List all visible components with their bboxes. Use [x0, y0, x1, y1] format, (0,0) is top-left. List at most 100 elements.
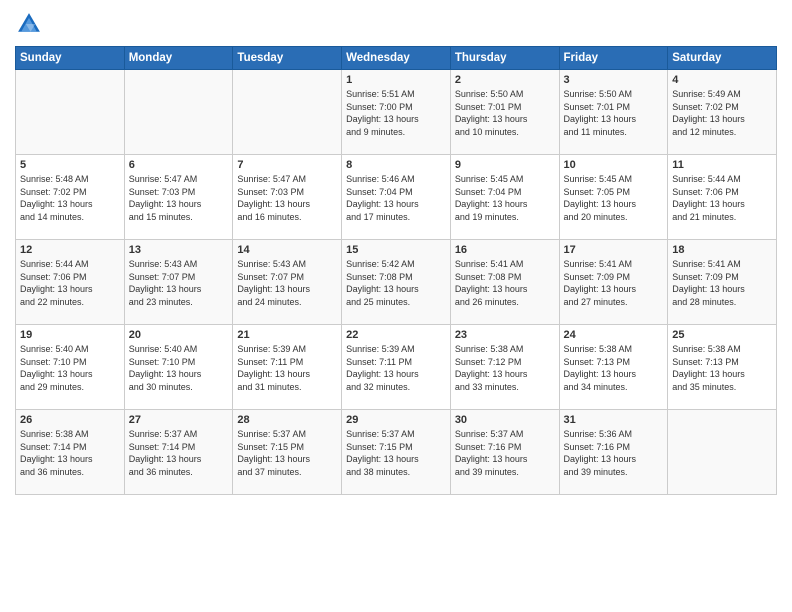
day-number: 13: [129, 244, 229, 256]
week-row-2: 5 Sunrise: 5:48 AM Sunset: 7:02 PM Daylig…: [16, 155, 777, 240]
day-cell-30: 30 Sunrise: 5:37 AM Sunset: 7:16 PM Dayli…: [450, 410, 559, 495]
day-cell-12: 12 Sunrise: 5:44 AM Sunset: 7:06 PM Dayli…: [16, 240, 125, 325]
day-number: 20: [129, 329, 229, 341]
day-info: Sunrise: 5:39 AM Sunset: 7:11 PM Dayligh…: [346, 343, 446, 393]
col-header-monday: Monday: [124, 47, 233, 70]
day-number: 25: [672, 329, 772, 341]
week-row-3: 12 Sunrise: 5:44 AM Sunset: 7:06 PM Dayli…: [16, 240, 777, 325]
day-number: 6: [129, 159, 229, 171]
day-info: Sunrise: 5:47 AM Sunset: 7:03 PM Dayligh…: [129, 173, 229, 223]
day-number: 28: [237, 414, 337, 426]
day-cell-10: 10 Sunrise: 5:45 AM Sunset: 7:05 PM Dayli…: [559, 155, 668, 240]
calendar-table: SundayMondayTuesdayWednesdayThursdayFrid…: [15, 46, 777, 495]
day-cell-26: 26 Sunrise: 5:38 AM Sunset: 7:14 PM Dayli…: [16, 410, 125, 495]
day-cell-6: 6 Sunrise: 5:47 AM Sunset: 7:03 PM Daylig…: [124, 155, 233, 240]
day-info: Sunrise: 5:37 AM Sunset: 7:15 PM Dayligh…: [346, 428, 446, 478]
col-header-thursday: Thursday: [450, 47, 559, 70]
week-row-1: 1 Sunrise: 5:51 AM Sunset: 7:00 PM Daylig…: [16, 70, 777, 155]
day-cell-empty: [124, 70, 233, 155]
day-cell-empty: [668, 410, 777, 495]
day-cell-empty: [16, 70, 125, 155]
day-info: Sunrise: 5:38 AM Sunset: 7:14 PM Dayligh…: [20, 428, 120, 478]
day-cell-29: 29Sunrise: 5:37 AM Sunset: 7:15 PM Dayli…: [342, 410, 451, 495]
day-cell-22: 22Sunrise: 5:39 AM Sunset: 7:11 PM Dayli…: [342, 325, 451, 410]
day-info: Sunrise: 5:43 AM Sunset: 7:07 PM Dayligh…: [237, 258, 337, 308]
day-info: Sunrise: 5:37 AM Sunset: 7:16 PM Dayligh…: [455, 428, 555, 478]
day-number: 15: [346, 244, 446, 256]
day-number: 26: [20, 414, 120, 426]
day-cell-31: 31 Sunrise: 5:36 AM Sunset: 7:16 PM Dayli…: [559, 410, 668, 495]
day-number: 10: [564, 159, 664, 171]
week-row-5: 26 Sunrise: 5:38 AM Sunset: 7:14 PM Dayli…: [16, 410, 777, 495]
day-cell-4: 4 Sunrise: 5:49 AM Sunset: 7:02 PM Daylig…: [668, 70, 777, 155]
day-number: 19: [20, 329, 120, 341]
day-cell-11: 11Sunrise: 5:44 AM Sunset: 7:06 PM Dayli…: [668, 155, 777, 240]
day-number: 1: [346, 74, 446, 86]
day-number: 30: [455, 414, 555, 426]
day-number: 31: [564, 414, 664, 426]
day-number: 17: [564, 244, 664, 256]
day-info: Sunrise: 5:48 AM Sunset: 7:02 PM Dayligh…: [20, 173, 120, 223]
day-cell-17: 17 Sunrise: 5:41 AM Sunset: 7:09 PM Dayli…: [559, 240, 668, 325]
header-row: SundayMondayTuesdayWednesdayThursdayFrid…: [16, 47, 777, 70]
day-info: Sunrise: 5:37 AM Sunset: 7:15 PM Dayligh…: [237, 428, 337, 478]
day-number: 5: [20, 159, 120, 171]
day-info: Sunrise: 5:37 AM Sunset: 7:14 PM Dayligh…: [129, 428, 229, 478]
day-number: 2: [455, 74, 555, 86]
day-info: Sunrise: 5:36 AM Sunset: 7:16 PM Dayligh…: [564, 428, 664, 478]
day-info: Sunrise: 5:40 AM Sunset: 7:10 PM Dayligh…: [129, 343, 229, 393]
logo-icon: [15, 10, 43, 38]
week-row-4: 19 Sunrise: 5:40 AM Sunset: 7:10 PM Dayli…: [16, 325, 777, 410]
day-info: Sunrise: 5:45 AM Sunset: 7:04 PM Dayligh…: [455, 173, 555, 223]
day-cell-28: 28 Sunrise: 5:37 AM Sunset: 7:15 PM Dayli…: [233, 410, 342, 495]
day-number: 23: [455, 329, 555, 341]
day-number: 18: [672, 244, 772, 256]
day-number: 3: [564, 74, 664, 86]
day-info: Sunrise: 5:41 AM Sunset: 7:09 PM Dayligh…: [564, 258, 664, 308]
day-info: Sunrise: 5:51 AM Sunset: 7:00 PM Dayligh…: [346, 88, 446, 138]
page: SundayMondayTuesdayWednesdayThursdayFrid…: [0, 0, 792, 612]
day-cell-8: 8Sunrise: 5:46 AM Sunset: 7:04 PM Daylig…: [342, 155, 451, 240]
col-header-friday: Friday: [559, 47, 668, 70]
day-cell-9: 9 Sunrise: 5:45 AM Sunset: 7:04 PM Daylig…: [450, 155, 559, 240]
day-info: Sunrise: 5:47 AM Sunset: 7:03 PM Dayligh…: [237, 173, 337, 223]
day-cell-23: 23 Sunrise: 5:38 AM Sunset: 7:12 PM Dayli…: [450, 325, 559, 410]
logo: [15, 10, 47, 38]
day-cell-25: 25Sunrise: 5:38 AM Sunset: 7:13 PM Dayli…: [668, 325, 777, 410]
day-info: Sunrise: 5:44 AM Sunset: 7:06 PM Dayligh…: [20, 258, 120, 308]
day-cell-13: 13 Sunrise: 5:43 AM Sunset: 7:07 PM Dayli…: [124, 240, 233, 325]
day-info: Sunrise: 5:42 AM Sunset: 7:08 PM Dayligh…: [346, 258, 446, 308]
day-cell-14: 14 Sunrise: 5:43 AM Sunset: 7:07 PM Dayli…: [233, 240, 342, 325]
day-number: 16: [455, 244, 555, 256]
day-number: 12: [20, 244, 120, 256]
day-info: Sunrise: 5:46 AM Sunset: 7:04 PM Dayligh…: [346, 173, 446, 223]
day-number: 24: [564, 329, 664, 341]
day-number: 9: [455, 159, 555, 171]
day-info: Sunrise: 5:49 AM Sunset: 7:02 PM Dayligh…: [672, 88, 772, 138]
day-info: Sunrise: 5:40 AM Sunset: 7:10 PM Dayligh…: [20, 343, 120, 393]
col-header-wednesday: Wednesday: [342, 47, 451, 70]
day-info: Sunrise: 5:41 AM Sunset: 7:09 PM Dayligh…: [672, 258, 772, 308]
day-cell-1: 1 Sunrise: 5:51 AM Sunset: 7:00 PM Daylig…: [342, 70, 451, 155]
col-header-saturday: Saturday: [668, 47, 777, 70]
day-number: 7: [237, 159, 337, 171]
day-cell-16: 16 Sunrise: 5:41 AM Sunset: 7:08 PM Dayli…: [450, 240, 559, 325]
day-cell-24: 24 Sunrise: 5:38 AM Sunset: 7:13 PM Dayli…: [559, 325, 668, 410]
day-cell-2: 2 Sunrise: 5:50 AM Sunset: 7:01 PM Daylig…: [450, 70, 559, 155]
day-cell-empty: [233, 70, 342, 155]
day-info: Sunrise: 5:43 AM Sunset: 7:07 PM Dayligh…: [129, 258, 229, 308]
day-cell-21: 21Sunrise: 5:39 AM Sunset: 7:11 PM Dayli…: [233, 325, 342, 410]
day-number: 27: [129, 414, 229, 426]
day-number: 21: [237, 329, 337, 341]
day-cell-3: 3 Sunrise: 5:50 AM Sunset: 7:01 PM Daylig…: [559, 70, 668, 155]
day-number: 14: [237, 244, 337, 256]
day-number: 4: [672, 74, 772, 86]
day-info: Sunrise: 5:38 AM Sunset: 7:13 PM Dayligh…: [564, 343, 664, 393]
header: [15, 10, 777, 38]
day-cell-27: 27 Sunrise: 5:37 AM Sunset: 7:14 PM Dayli…: [124, 410, 233, 495]
day-info: Sunrise: 5:41 AM Sunset: 7:08 PM Dayligh…: [455, 258, 555, 308]
day-info: Sunrise: 5:50 AM Sunset: 7:01 PM Dayligh…: [564, 88, 664, 138]
day-info: Sunrise: 5:50 AM Sunset: 7:01 PM Dayligh…: [455, 88, 555, 138]
day-info: Sunrise: 5:38 AM Sunset: 7:12 PM Dayligh…: [455, 343, 555, 393]
day-info: Sunrise: 5:45 AM Sunset: 7:05 PM Dayligh…: [564, 173, 664, 223]
